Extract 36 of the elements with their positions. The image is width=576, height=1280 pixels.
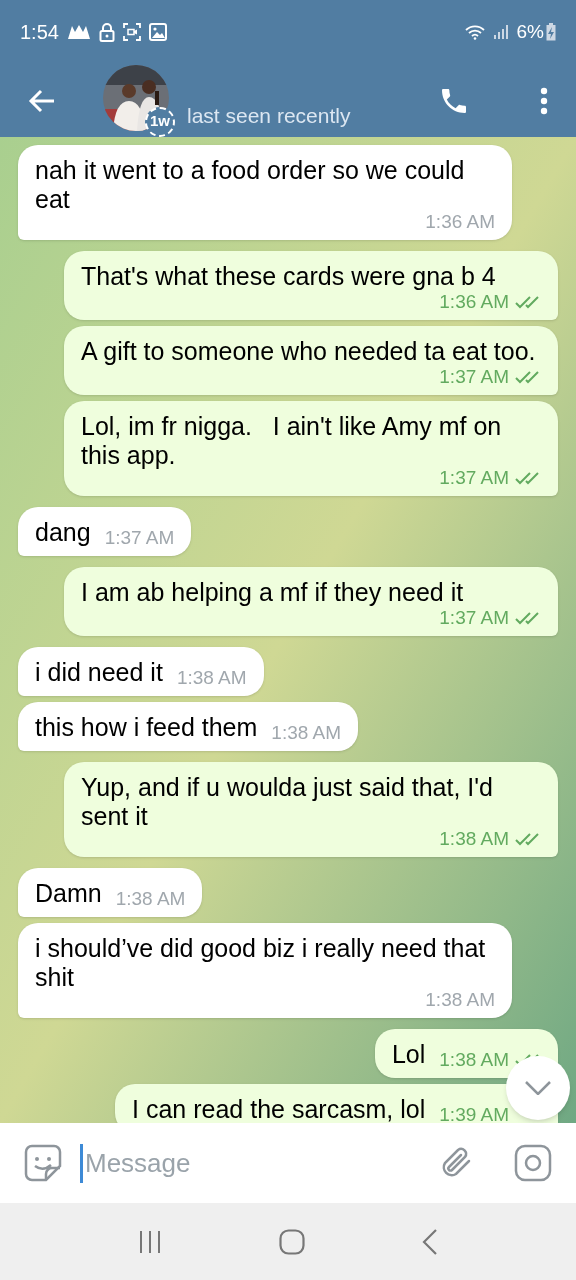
message-text: this how i feed them [35, 713, 258, 742]
message-time: 1:38 AM [176, 665, 247, 690]
message-time: 1:38 AM [439, 1047, 509, 1072]
status-time: 1:54 [20, 20, 59, 45]
message-bubble[interactable]: i did need it 1:38 AM [18, 647, 264, 696]
message-bubble[interactable]: Yup, and if u woulda just said that, I'd sent it 1:38 AM [64, 762, 558, 857]
message-time: 1:38 AM [115, 886, 186, 911]
message-time: 1:38 AM [271, 720, 342, 745]
story-badge: 1w [145, 106, 175, 137]
message-bubble[interactable]: I am ab helping a mf if they need it 1:37 AM [64, 567, 558, 636]
message-text: That's what these cards were gna b 4 [81, 262, 496, 291]
message-time: 1:37 AM [104, 525, 175, 550]
message-bubble[interactable]: dang 1:37 AM [18, 507, 192, 556]
message-bubble[interactable]: nah it went to a food order so we could eat 1:36 AM [18, 145, 512, 240]
message-text: Damn [35, 879, 102, 908]
message-bubble[interactable]: I can read the sarcasm, lol 1:39 AM [115, 1084, 558, 1123]
message-bubble[interactable]: Lol, im fr nigga. I ain't like Amy mf on this app. 1:37 AM [64, 401, 558, 496]
message-text: i did need it [35, 658, 163, 687]
message-bubble[interactable]: i should’ve did good biz i really need that shit 1:38 AM [18, 923, 512, 1018]
message-time: 1:37 AM [439, 605, 509, 630]
message-time: 1:37 AM [439, 364, 509, 389]
message-bubble[interactable]: this how i feed them 1:38 AM [18, 702, 359, 751]
message-bubble[interactable]: A gift to someone who needed ta eat too. 1:37 AM [64, 326, 558, 395]
message-bubble[interactable]: Damn 1:38 AM [18, 868, 203, 917]
message-input-field[interactable]: Message [80, 1143, 424, 1183]
message-text: Lol [391, 1040, 426, 1069]
battery-percentage: 6% [516, 19, 544, 44]
message-text: dang [35, 518, 91, 547]
message-bubble[interactable]: Lol 1:38 AM [374, 1029, 558, 1078]
message-time: 1:39 AM [439, 1102, 509, 1123]
last-seen-status: last seen recently [187, 102, 351, 129]
message-text: I am ab helping a mf if they need it [81, 578, 464, 607]
message-text: A gift to someone who needed ta eat too. [81, 337, 536, 366]
message-text: I can read the sarcasm, lol [132, 1095, 426, 1123]
message-bubble[interactable]: That's what these cards were gna b 4 1:36 AM [64, 251, 558, 320]
message-time: 1:36 AM [439, 290, 509, 314]
